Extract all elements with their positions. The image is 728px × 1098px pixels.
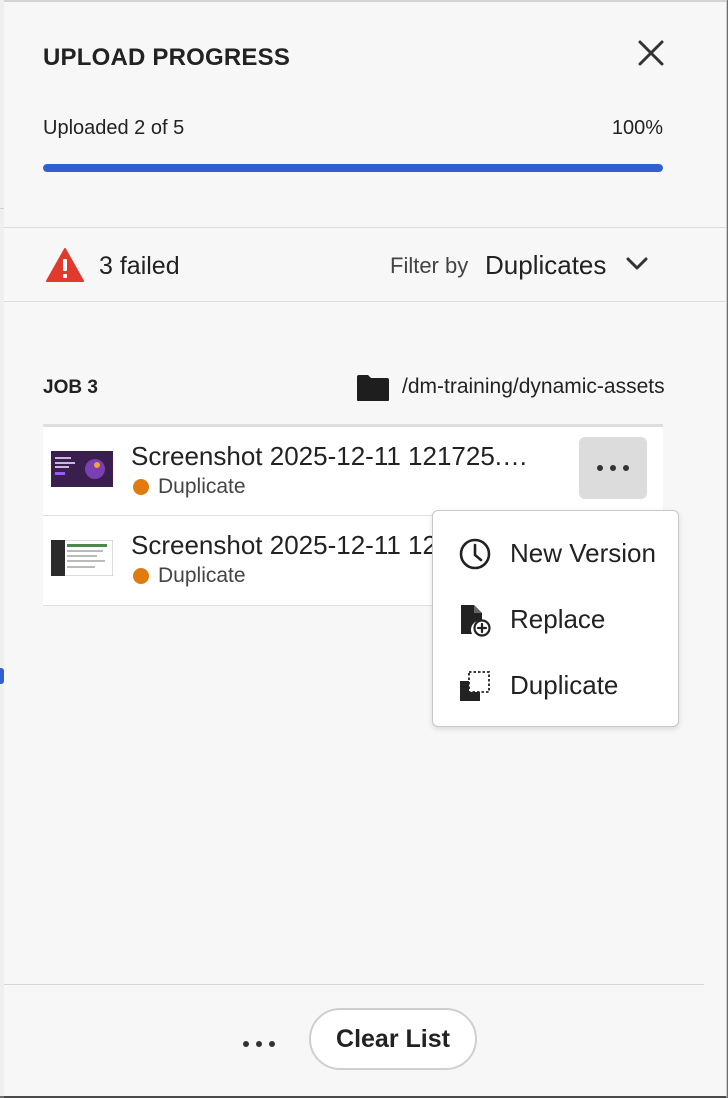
- file-status: Duplicate: [133, 564, 246, 588]
- progress-bar: [43, 164, 663, 172]
- close-icon[interactable]: [636, 38, 666, 68]
- file-thumbnail: [51, 540, 113, 576]
- menu-item-label: Duplicate: [510, 670, 619, 700]
- upload-progress-panel: UPLOAD PROGRESS Uploaded 2 of 5 100% 3 f…: [4, 0, 727, 1098]
- folder-icon: [357, 375, 389, 401]
- filter-label: Filter by: [390, 253, 469, 278]
- job-path: /dm-training/dynamic-assets: [402, 375, 665, 398]
- filter-dropdown[interactable]: Duplicates: [485, 250, 606, 281]
- file-name: Screenshot 2025-12-11 1221: [131, 530, 466, 560]
- status-dot: [133, 568, 149, 584]
- file-thumbnail: [51, 451, 113, 487]
- replace-file-icon: [461, 605, 491, 637]
- footer-divider: [4, 984, 704, 985]
- failed-count: 3 failed: [99, 252, 180, 280]
- warning-icon: [46, 248, 84, 282]
- more-icon: [597, 465, 629, 471]
- chevron-down-icon[interactable]: [624, 254, 650, 274]
- progress-bar-fill: [43, 164, 663, 172]
- menu-item-duplicate[interactable]: Duplicate: [433, 657, 678, 713]
- panel-title: UPLOAD PROGRESS: [43, 44, 291, 71]
- duplicate-icon: [460, 671, 490, 701]
- divider: [4, 301, 726, 302]
- status-label: Duplicate: [158, 564, 246, 587]
- upload-count-text: Uploaded 2 of 5: [43, 117, 185, 139]
- job-label: JOB 3: [43, 377, 98, 398]
- menu-item-label: New Version: [510, 538, 656, 568]
- file-name: Screenshot 2025-12-11 121725.…: [131, 441, 529, 471]
- more-actions-button[interactable]: [579, 437, 647, 499]
- file-status: Duplicate: [133, 475, 246, 499]
- status-dot: [133, 479, 149, 495]
- clear-list-button[interactable]: Clear List: [309, 1008, 477, 1070]
- menu-item-label: Replace: [510, 604, 606, 634]
- status-label: Duplicate: [158, 475, 246, 498]
- upload-percent: 100%: [611, 117, 663, 139]
- context-menu: New Version Replace Duplicate: [432, 510, 679, 727]
- divider: [4, 227, 726, 228]
- file-row[interactable]: Screenshot 2025-12-11 121725.… Duplicate: [43, 427, 663, 516]
- footer-more-button[interactable]: [242, 1024, 276, 1055]
- more-icon: [243, 1041, 275, 1047]
- menu-item-new-version[interactable]: New Version: [433, 525, 678, 581]
- menu-item-replace[interactable]: Replace: [433, 591, 678, 647]
- clock-icon: [459, 538, 491, 570]
